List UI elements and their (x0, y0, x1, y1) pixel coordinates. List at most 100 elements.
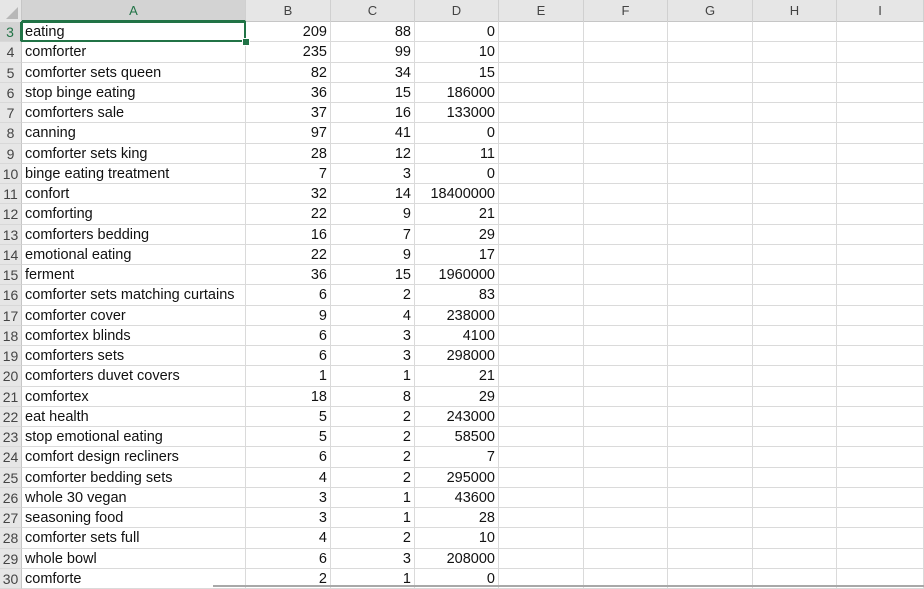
column-header-e[interactable]: E (499, 0, 584, 22)
cell-i7[interactable] (837, 103, 924, 124)
cell-i16[interactable] (837, 285, 924, 306)
cell-g11[interactable] (668, 184, 753, 205)
cell-i20[interactable] (837, 366, 924, 387)
cell-b29[interactable]: 6 (246, 548, 331, 569)
cell-c27[interactable]: 1 (331, 508, 415, 529)
cell-c26[interactable]: 1 (331, 487, 415, 508)
cell-f26[interactable] (584, 487, 668, 508)
cell-h11[interactable] (753, 184, 837, 205)
cell-e10[interactable] (499, 163, 584, 184)
cell-a7[interactable]: comforters sale (22, 103, 246, 124)
row-header-13[interactable]: 13 (0, 224, 22, 245)
row-header-18[interactable]: 18 (0, 325, 22, 346)
cell-c9[interactable]: 12 (331, 143, 415, 164)
cell-e3[interactable] (499, 22, 584, 43)
cell-i5[interactable] (837, 62, 924, 83)
cell-f21[interactable] (584, 386, 668, 407)
cell-e27[interactable] (499, 508, 584, 529)
cell-i27[interactable] (837, 508, 924, 529)
cell-b12[interactable]: 22 (246, 204, 331, 225)
cell-e18[interactable] (499, 325, 584, 346)
cell-f27[interactable] (584, 508, 668, 529)
cell-i10[interactable] (837, 163, 924, 184)
cell-b8[interactable]: 97 (246, 123, 331, 144)
cell-d21[interactable]: 29 (415, 386, 499, 407)
cell-d24[interactable]: 7 (415, 447, 499, 468)
cell-g8[interactable] (668, 123, 753, 144)
cell-a10[interactable]: binge eating treatment (22, 163, 246, 184)
cell-f29[interactable] (584, 548, 668, 569)
cell-b15[interactable]: 36 (246, 265, 331, 286)
cell-d6[interactable]: 186000 (415, 82, 499, 103)
cell-i24[interactable] (837, 447, 924, 468)
cell-b27[interactable]: 3 (246, 508, 331, 529)
cell-d19[interactable]: 298000 (415, 346, 499, 367)
cell-i12[interactable] (837, 204, 924, 225)
cell-i28[interactable] (837, 528, 924, 549)
row-header-29[interactable]: 29 (0, 548, 22, 569)
cell-a16[interactable]: comforter sets matching curtains (22, 285, 246, 306)
cell-i9[interactable] (837, 143, 924, 164)
cell-f7[interactable] (584, 103, 668, 124)
cell-f9[interactable] (584, 143, 668, 164)
cell-h9[interactable] (753, 143, 837, 164)
cell-f16[interactable] (584, 285, 668, 306)
row-header-28[interactable]: 28 (0, 528, 22, 549)
cell-g12[interactable] (668, 204, 753, 225)
cell-b17[interactable]: 9 (246, 305, 331, 326)
cell-b13[interactable]: 16 (246, 224, 331, 245)
cell-c4[interactable]: 99 (331, 42, 415, 63)
cell-d7[interactable]: 133000 (415, 103, 499, 124)
cell-c28[interactable]: 2 (331, 528, 415, 549)
cell-b16[interactable]: 6 (246, 285, 331, 306)
cell-h10[interactable] (753, 163, 837, 184)
cell-c5[interactable]: 34 (331, 62, 415, 83)
cell-d29[interactable]: 208000 (415, 548, 499, 569)
cell-d5[interactable]: 15 (415, 62, 499, 83)
cell-f6[interactable] (584, 82, 668, 103)
row-header-20[interactable]: 20 (0, 366, 22, 387)
cell-d14[interactable]: 17 (415, 244, 499, 265)
cell-g6[interactable] (668, 82, 753, 103)
cell-a9[interactable]: comforter sets king (22, 143, 246, 164)
cell-h22[interactable] (753, 406, 837, 427)
row-header-5[interactable]: 5 (0, 62, 22, 83)
cell-h25[interactable] (753, 467, 837, 488)
cell-h28[interactable] (753, 528, 837, 549)
fill-handle[interactable] (242, 38, 250, 47)
cell-b28[interactable]: 4 (246, 528, 331, 549)
cell-h18[interactable] (753, 325, 837, 346)
cell-c14[interactable]: 9 (331, 244, 415, 265)
cell-d8[interactable]: 0 (415, 123, 499, 144)
row-header-27[interactable]: 27 (0, 508, 22, 529)
cell-h15[interactable] (753, 265, 837, 286)
row-header-4[interactable]: 4 (0, 42, 22, 63)
column-header-f[interactable]: F (584, 0, 668, 22)
cell-e19[interactable] (499, 346, 584, 367)
cell-d15[interactable]: 1960000 (415, 265, 499, 286)
row-header-24[interactable]: 24 (0, 447, 22, 468)
cell-g20[interactable] (668, 366, 753, 387)
cell-g4[interactable] (668, 42, 753, 63)
cell-b25[interactable]: 4 (246, 467, 331, 488)
cell-h24[interactable] (753, 447, 837, 468)
cell-i6[interactable] (837, 82, 924, 103)
cell-h26[interactable] (753, 487, 837, 508)
cell-g16[interactable] (668, 285, 753, 306)
cell-h8[interactable] (753, 123, 837, 144)
cell-h12[interactable] (753, 204, 837, 225)
cell-h14[interactable] (753, 244, 837, 265)
row-header-17[interactable]: 17 (0, 305, 22, 326)
cell-a29[interactable]: whole bowl (22, 548, 246, 569)
cell-a19[interactable]: comforters sets (22, 346, 246, 367)
cell-g25[interactable] (668, 467, 753, 488)
cell-i3[interactable] (837, 22, 924, 43)
cell-a4[interactable]: comforter (22, 42, 246, 63)
cell-c7[interactable]: 16 (331, 103, 415, 124)
cell-c20[interactable]: 1 (331, 366, 415, 387)
row-header-7[interactable]: 7 (0, 103, 22, 124)
cell-e22[interactable] (499, 406, 584, 427)
cell-f15[interactable] (584, 265, 668, 286)
cell-e8[interactable] (499, 123, 584, 144)
cell-b19[interactable]: 6 (246, 346, 331, 367)
